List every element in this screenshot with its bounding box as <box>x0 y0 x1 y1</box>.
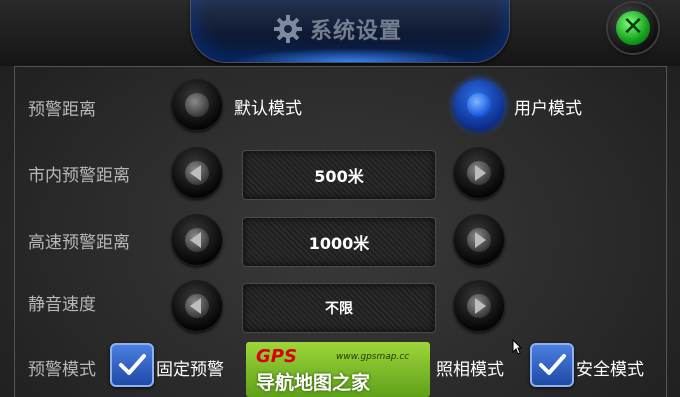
watermark-text: 导航地图之家 <box>256 372 371 394</box>
mute-speed-increase-button[interactable] <box>454 281 504 331</box>
mouse-cursor-icon <box>512 339 522 355</box>
left-arrow-icon <box>185 161 209 185</box>
safety-mode-label[interactable]: 安全模式 <box>576 355 644 380</box>
title-glow <box>231 48 469 62</box>
panel-border-left <box>14 66 15 397</box>
left-arrow-icon <box>185 294 209 318</box>
radio-dot-icon <box>467 93 491 117</box>
safety-mode-checkbox[interactable] <box>530 343 574 387</box>
panel-divider <box>14 66 666 67</box>
close-button[interactable]: ✕ <box>608 3 658 53</box>
watermark-url: www.gpsmap.cc <box>336 352 410 362</box>
checkmark-icon <box>539 354 566 375</box>
city-distance-decrease-button[interactable] <box>172 148 222 198</box>
warning-mode-label: 预警模式 <box>28 360 96 380</box>
mute-speed-decrease-button[interactable] <box>172 281 222 331</box>
highway-distance-decrease-button[interactable] <box>172 215 222 265</box>
mute-speed-value: 不限 <box>242 283 436 333</box>
camera-mode-label[interactable]: 照相模式 <box>436 355 504 380</box>
gear-icon <box>274 15 302 43</box>
close-icon: ✕ <box>616 11 650 45</box>
city-distance-increase-button[interactable] <box>454 148 504 198</box>
highway-distance-increase-button[interactable] <box>454 215 504 265</box>
highway-distance-value: 1000米 <box>242 217 436 267</box>
watermark-banner: GPS www.gpsmap.cc 导航地图之家 <box>246 342 430 397</box>
title-group: 系统设置 <box>272 11 402 47</box>
panel-border-right <box>666 66 667 397</box>
warning-distance-label: 预警距离 <box>28 100 96 120</box>
mute-speed-label: 静音速度 <box>28 295 96 315</box>
fixed-warning-label[interactable]: 固定预警 <box>156 355 224 380</box>
city-distance-value: 500米 <box>242 150 436 200</box>
user-mode-radio[interactable] <box>454 80 504 130</box>
radio-dot-icon <box>185 93 209 117</box>
left-arrow-icon <box>185 228 209 252</box>
default-mode-radio[interactable] <box>172 80 222 130</box>
city-distance-label: 市内预警距离 <box>28 166 130 186</box>
watermark-brand: GPS <box>256 346 297 367</box>
checkmark-icon <box>119 354 146 375</box>
right-arrow-icon <box>467 228 491 252</box>
highway-distance-label: 高速预警距离 <box>28 233 130 253</box>
right-arrow-icon <box>467 161 491 185</box>
user-mode-label[interactable]: 用户模式 <box>514 94 582 119</box>
right-arrow-icon <box>467 294 491 318</box>
page-title: 系统设置 <box>310 19 403 44</box>
default-mode-label[interactable]: 默认模式 <box>234 94 302 119</box>
fixed-warning-checkbox[interactable] <box>110 343 154 387</box>
